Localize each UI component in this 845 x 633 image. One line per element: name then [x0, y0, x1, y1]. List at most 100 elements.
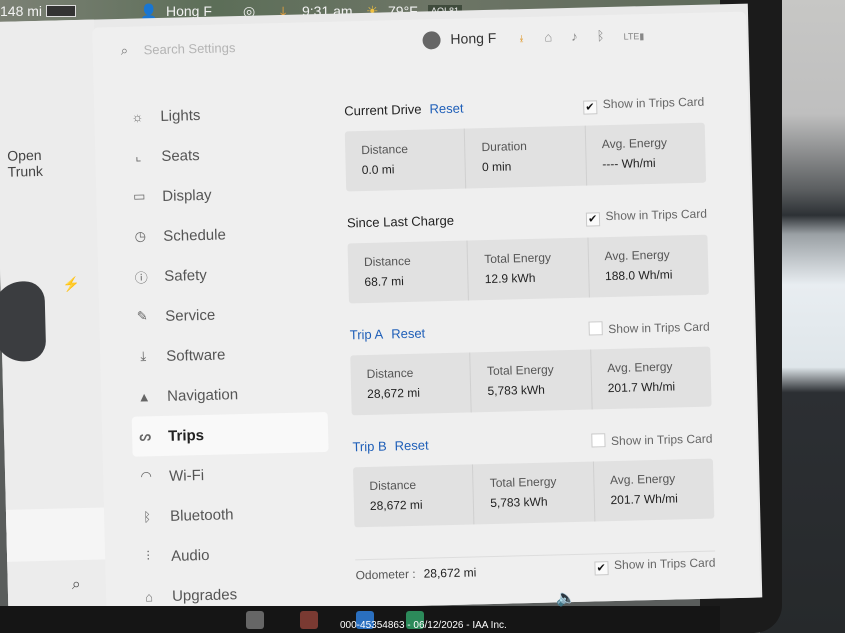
- search-icon[interactable]: ⌕: [72, 576, 81, 594]
- section-title: Current Drive: [344, 101, 422, 119]
- trunk-label: Trunk: [7, 162, 44, 180]
- camera-app-icon[interactable]: [300, 611, 318, 629]
- bell-icon[interactable]: ♪: [571, 28, 597, 44]
- menu-item-schedule[interactable]: ◷ Schedule: [127, 212, 328, 257]
- volume-icon[interactable]: 🔈: [556, 588, 576, 608]
- stat-label: Distance: [366, 365, 414, 381]
- stat-value: 28,672 mi: [367, 385, 421, 401]
- menu-item-software[interactable]: ⤓ Software: [130, 332, 331, 377]
- charge-port-icon[interactable]: ⚡: [62, 276, 80, 293]
- trips-content: Current Drive Reset ✔ Show in Trips Card D…: [344, 95, 716, 583]
- stat-value: 188.0 Wh/mi: [604, 267, 673, 284]
- stat-label: Distance: [369, 477, 417, 493]
- stat-value: 28,672 mi: [369, 497, 423, 513]
- stat-label: Avg. Energy: [604, 247, 670, 264]
- left-panel-card: [5, 507, 112, 562]
- touchscreen: Open Trunk ⚡ ⌕ ⌕ Search Settings Hong F …: [0, 3, 763, 617]
- menu-label: Software: [166, 345, 226, 365]
- menu-item-bluetooth[interactable]: ᛒ Bluetooth: [134, 492, 335, 537]
- menu-item-safety[interactable]: ⓘ Safety: [128, 252, 329, 297]
- stat-value: 201.7 Wh/mi: [610, 491, 679, 508]
- stat-value: 68.7 mi: [364, 274, 404, 290]
- menu-item-wifi[interactable]: ◠ Wi-Fi: [133, 452, 334, 497]
- menu-item-lights[interactable]: ☼ Lights: [124, 92, 325, 137]
- stat-cell: Total Energy 5,783 kWh: [473, 461, 596, 525]
- trip-b-show-checkbox[interactable]: Show in Trips Card: [590, 431, 713, 449]
- stat-label: Total Energy: [486, 362, 554, 379]
- stat-cell: Avg. Energy 201.7 Wh/mi: [594, 459, 715, 522]
- menu-label: Navigation: [166, 385, 239, 405]
- menu-label: Bluetooth: [169, 505, 234, 525]
- section-title: Trip A: [349, 326, 384, 343]
- stat-label: Avg. Energy: [609, 471, 676, 488]
- bluetooth-icon: ᛒ: [143, 508, 152, 524]
- open-trunk-button[interactable]: Open Trunk: [7, 147, 43, 180]
- car-panel: Open Trunk ⚡ ⌕: [0, 19, 112, 616]
- search-placeholder: Search Settings: [143, 40, 236, 58]
- stat-cell: Distance 28,672 mi: [350, 352, 473, 416]
- trips-icon: ᔕ: [139, 428, 152, 444]
- trip-a-reset-button[interactable]: Reset: [391, 326, 425, 342]
- current-drive-reset-button[interactable]: Reset: [429, 101, 463, 117]
- checkbox-label: Show in Trips Card: [610, 431, 713, 449]
- home-icon[interactable]: ⌂: [544, 29, 571, 45]
- checkmark-icon: ✔: [582, 100, 598, 115]
- menu-item-seats[interactable]: ⌞ Seats: [125, 132, 326, 177]
- trip-b-reset-button[interactable]: Reset: [394, 438, 428, 454]
- battery-icon: [46, 5, 76, 17]
- download-icon[interactable]: ⤓: [517, 30, 544, 46]
- user-profile-button[interactable]: Hong F: [422, 29, 497, 50]
- settings-menu: ☼ Lights ⌞ Seats ▭ Display ◷ Schedule ⓘ Safet…: [124, 92, 337, 617]
- menu-label: Service: [165, 306, 216, 325]
- user-name: Hong F: [450, 29, 497, 47]
- stat-label: Avg. Energy: [601, 135, 668, 152]
- stat-cell: Total Energy 5,783 kWh: [470, 349, 593, 413]
- menu-item-navigation[interactable]: ▲ Navigation: [131, 372, 332, 417]
- stat-cell: Distance 0.0 mi: [344, 128, 467, 192]
- stat-cell: Avg. Energy 201.7 Wh/mi: [591, 347, 712, 410]
- stat-value: 201.7 Wh/mi: [607, 379, 676, 396]
- avatar: [422, 31, 441, 50]
- current-drive-show-checkbox[interactable]: ✔ Show in Trips Card: [582, 95, 705, 115]
- checkbox-icon: [590, 433, 606, 448]
- current-drive-card: Distance 0.0 mi Duration 0 min Avg. Energy…: [344, 122, 707, 192]
- search-input[interactable]: ⌕ Search Settings: [121, 40, 236, 59]
- menu-item-audio[interactable]: ⫶ Audio: [135, 532, 336, 577]
- menu-label: Seats: [161, 146, 200, 165]
- checkbox-label: Show in Trips Card: [605, 206, 708, 224]
- menu-label: Safety: [164, 266, 207, 285]
- stat-label: Total Energy: [484, 250, 552, 267]
- odometer-value: 28,672 mi: [423, 565, 477, 581]
- section-title: Trip B: [352, 438, 387, 455]
- seat-icon: ⌞: [135, 148, 142, 164]
- odometer-show-checkbox[interactable]: ✔ Show in Trips Card: [593, 555, 716, 576]
- stat-value: 12.9 kWh: [484, 270, 536, 287]
- watermark: 000-45354863 - 06/12/2026 - IAA Inc.: [340, 620, 507, 631]
- car-image: [0, 280, 47, 363]
- checkbox-label: Show in Trips Card: [613, 555, 716, 573]
- settings-panel: ⌕ Search Settings Hong F ⤓⌂♪ᛒLTE▮ ☼ Light…: [92, 11, 761, 617]
- odometer-row: Odometer : 28,672 mi ✔ Show in Trips Card: [355, 550, 716, 583]
- lte-signal-icon: LTE▮: [623, 31, 645, 42]
- stat-label: Distance: [363, 253, 411, 270]
- checkmark-icon: ✔: [585, 212, 600, 227]
- menu-item-display[interactable]: ▭ Display: [126, 172, 327, 217]
- stat-label: Avg. Energy: [607, 359, 673, 376]
- car-app-icon[interactable]: [246, 611, 264, 629]
- navigation-icon: ▲: [137, 388, 151, 405]
- stat-label: Total Energy: [489, 474, 557, 491]
- stat-cell: Distance 68.7 mi: [347, 240, 470, 304]
- open-label: Open: [7, 146, 42, 164]
- since-charge-show-checkbox[interactable]: ✔ Show in Trips Card: [585, 207, 707, 227]
- stat-cell: Total Energy 12.9 kWh: [467, 237, 590, 301]
- stat-cell: Distance 28,672 mi: [352, 464, 475, 528]
- odometer-label: Odometer :: [355, 566, 416, 583]
- stat-label: Duration: [481, 139, 528, 155]
- light-icon: ☼: [131, 108, 144, 125]
- search-icon: ⌕: [120, 42, 129, 58]
- checkbox-icon: [588, 321, 603, 336]
- bluetooth-icon[interactable]: ᛒ: [597, 28, 624, 44]
- menu-item-service[interactable]: ✎ Service: [129, 292, 330, 337]
- trip-a-show-checkbox[interactable]: Show in Trips Card: [588, 319, 710, 337]
- menu-item-trips[interactable]: ᔕ Trips: [131, 411, 329, 457]
